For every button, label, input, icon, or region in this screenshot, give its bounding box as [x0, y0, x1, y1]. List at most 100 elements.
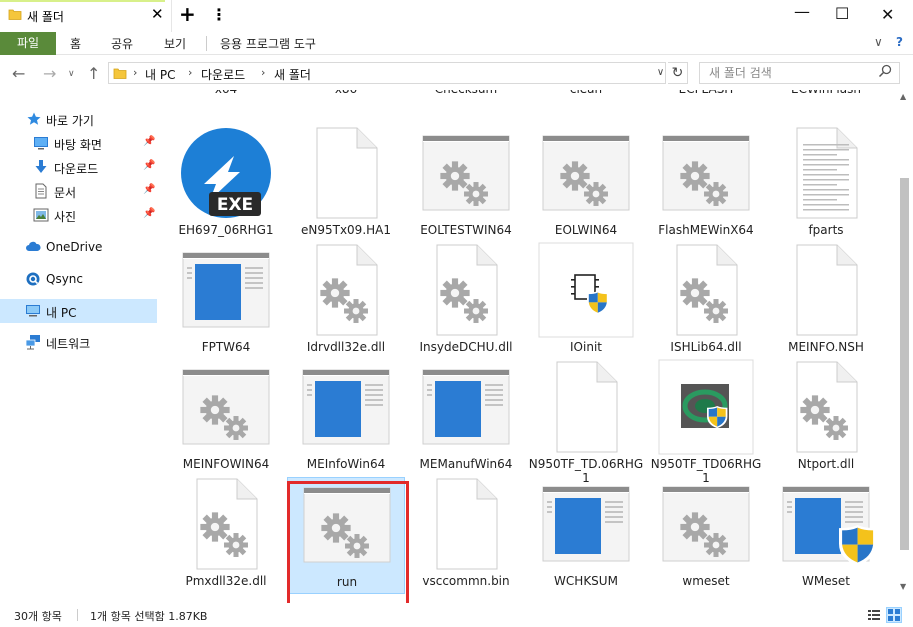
file-name: IOinit: [570, 340, 602, 354]
close-tab-icon[interactable]: ✕: [151, 5, 164, 23]
file-item[interactable]: FPTW64: [167, 243, 285, 360]
file-name: Idrvdll32e.dll: [306, 340, 386, 354]
folder-icon: [113, 68, 127, 79]
search-icon[interactable]: [878, 64, 892, 78]
file-item[interactable]: MEINFOWIN64: [167, 360, 285, 477]
sidebar-item-label: 네트워크: [46, 337, 91, 351]
search-box[interactable]: [699, 62, 900, 84]
ribbon-tab-share[interactable]: 공유: [111, 35, 133, 52]
file-name: InsydeDCHU.dll: [419, 340, 513, 354]
svg-text:EXE: EXE: [217, 195, 253, 215]
sidebar-item-label: OneDrive: [46, 240, 103, 254]
ribbon-tab-home[interactable]: 홈: [70, 35, 81, 52]
sidebar-item-desktop[interactable]: 바탕 화면 📌: [0, 131, 157, 155]
file-item[interactable]: wmeset: [647, 477, 765, 594]
file-name: WCHKSUM: [554, 574, 618, 588]
file-thumbnail-icon: [796, 244, 858, 336]
sidebar-item-downloads[interactable]: 다운로드 📌: [0, 155, 157, 179]
file-name: ISHLib64.dll: [670, 340, 742, 354]
refresh-icon[interactable]: ↻: [668, 62, 688, 84]
file-name: eN95Tx09.HA1: [300, 223, 391, 237]
file-name: ECWinFlash: [767, 90, 885, 96]
forward-arrow-icon[interactable]: →: [43, 64, 56, 83]
details-view-icon[interactable]: [866, 607, 882, 623]
address-bar[interactable]: › 내 PC › 다운로드 › 새 폴더: [108, 62, 666, 84]
file-item[interactable]: ISHLib64.dll: [647, 243, 765, 360]
file-item[interactable]: MEInfoWin64: [287, 360, 405, 477]
file-item[interactable]: IOinit: [527, 242, 645, 360]
file-item[interactable]: MEManufWin64: [407, 360, 525, 477]
ribbon-tab-file[interactable]: 파일: [0, 32, 56, 55]
file-thumbnail-icon: [316, 244, 378, 336]
file-item[interactable]: FlashMEWinX64: [647, 126, 765, 243]
file-thumbnail-icon: [542, 135, 630, 211]
minimize-button[interactable]: —: [794, 2, 810, 21]
ribbon-tab-view[interactable]: 보기: [164, 35, 186, 52]
sidebar-item-qsync[interactable]: Qsync: [0, 267, 157, 291]
sidebar-item-pictures[interactable]: 사진 📌: [0, 203, 157, 227]
address-dropdown-icon[interactable]: ∨: [653, 62, 668, 84]
file-item[interactable]: InsydeDCHU.dll: [407, 243, 525, 360]
file-item[interactable]: fparts: [767, 126, 885, 243]
file-item[interactable]: Pmxdll32e.dll: [167, 477, 285, 594]
sidebar-item-onedrive[interactable]: OneDrive: [0, 235, 157, 259]
file-name: FPTW64: [201, 340, 251, 354]
file-item[interactable]: Ntport.dll: [767, 360, 885, 477]
file-thumbnail-icon: [556, 361, 618, 453]
sidebar-item-documents[interactable]: 문서 📌: [0, 179, 157, 203]
highlight-box: [287, 481, 409, 609]
sidebar-item-label: 바탕 화면: [54, 138, 102, 152]
file-item[interactable]: eN95Tx09.HA1: [287, 126, 405, 243]
search-input[interactable]: [700, 63, 875, 83]
recent-locations-icon[interactable]: ∨: [68, 69, 75, 79]
sidebar-item-this-pc[interactable]: 내 PC: [0, 299, 157, 323]
sidebar-item-network[interactable]: 네트워크: [0, 330, 157, 354]
ribbon: 파일 홈 공유 보기 응용 프로그램 도구 ∨ ?: [0, 32, 913, 55]
file-name: Ntport.dll: [797, 457, 855, 471]
breadcrumb-separator[interactable]: ›: [188, 66, 192, 79]
file-item[interactable]: EXE EH697_06RHG1: [167, 126, 285, 243]
file-item[interactable]: EOLWIN64: [527, 126, 645, 243]
file-item[interactable]: N950TF_TD06RHG1: [647, 359, 765, 485]
sidebar-item-label: 문서: [54, 186, 77, 200]
file-item[interactable]: N950TF_TD.06RHG1: [527, 360, 645, 485]
breadcrumb-separator[interactable]: ›: [261, 66, 265, 79]
folder-icon: [8, 9, 22, 20]
document-icon: [35, 183, 47, 199]
tab-new-folder[interactable]: 새 폴더 ✕: [0, 0, 172, 32]
file-item[interactable]: WCHKSUM: [527, 477, 645, 594]
breadcrumb-this-pc[interactable]: 내 PC: [145, 66, 175, 83]
sidebar-item-quick-access[interactable]: 바로 가기: [0, 107, 157, 131]
large-icons-view-icon[interactable]: [886, 607, 902, 623]
file-item[interactable]: WMeset: [767, 477, 885, 594]
ribbon-expand-icon[interactable]: ∨: [874, 35, 883, 49]
tab-menu-icon[interactable]: ⋮: [211, 5, 227, 24]
new-tab-button[interactable]: +: [179, 2, 196, 26]
help-icon[interactable]: ?: [896, 35, 903, 49]
file-item[interactable]: EOLTESTWIN64: [407, 126, 525, 243]
file-item[interactable]: MEINFO.NSH: [767, 243, 885, 360]
selection-info: 1개 항목 선택함 1.87KB: [90, 610, 208, 623]
vertical-scrollbar[interactable]: ▲ ▼: [896, 90, 913, 603]
file-name: MEINFOWIN64: [182, 457, 270, 471]
scroll-down-icon[interactable]: ▼: [900, 582, 906, 591]
scrollbar-thumb[interactable]: [900, 178, 909, 550]
pin-icon: 📌: [143, 184, 156, 195]
file-name: ECFLASH: [647, 90, 765, 96]
breadcrumb-separator[interactable]: ›: [133, 66, 137, 79]
file-item[interactable]: vsccommn.bin: [407, 477, 525, 594]
title-bar: 새 폴더 ✕ + ⋮ — ☐ ✕: [0, 0, 913, 32]
breadcrumb-new-folder[interactable]: 새 폴더: [274, 66, 311, 83]
back-arrow-icon[interactable]: ←: [12, 64, 25, 83]
close-button[interactable]: ✕: [881, 5, 894, 24]
scroll-up-icon[interactable]: ▲: [900, 92, 906, 101]
maximize-button[interactable]: ☐: [835, 4, 849, 23]
file-item[interactable]: Idrvdll32e.dll: [287, 243, 405, 360]
ribbon-tab-app-tools[interactable]: 응용 프로그램 도구: [220, 35, 316, 52]
up-arrow-icon[interactable]: ↑: [87, 64, 100, 83]
desktop-icon: [34, 137, 48, 150]
breadcrumb-downloads[interactable]: 다운로드: [201, 66, 245, 83]
file-thumbnail-icon: [796, 127, 858, 219]
sidebar-item-label: 다운로드: [54, 162, 99, 176]
file-thumbnail-icon: [436, 244, 498, 336]
